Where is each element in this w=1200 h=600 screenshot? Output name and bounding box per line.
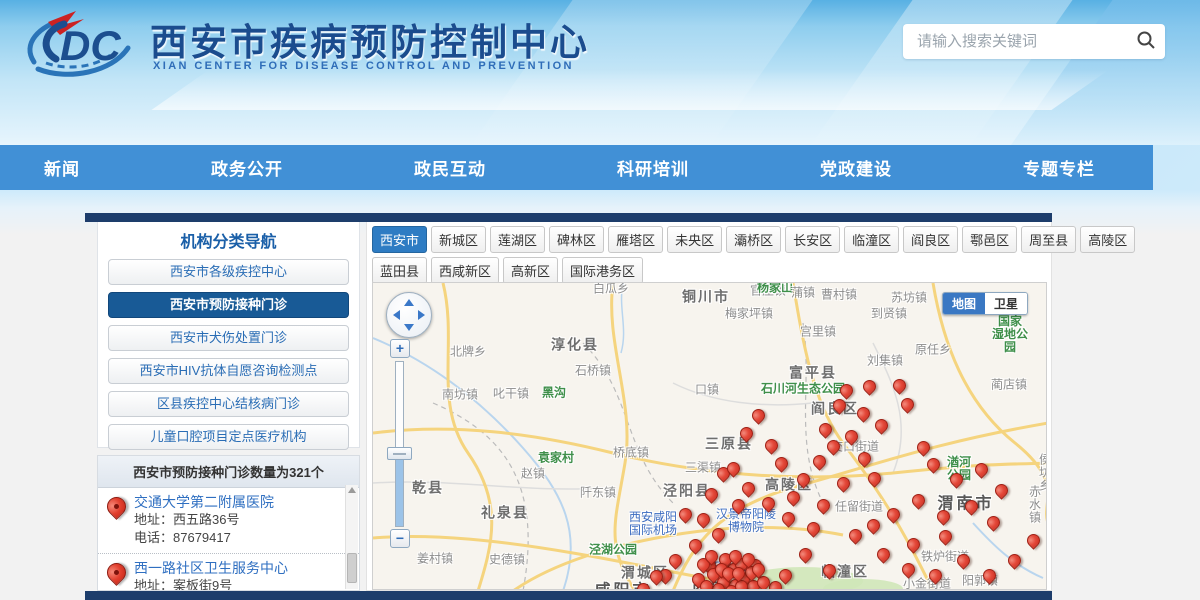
category-panel: 机构分类导航 西安市各级疾控中心 西安市预防接种门诊 西安市犬伤处置门诊 西安市HIV…: [97, 222, 360, 450]
clinic-name-link[interactable]: 西一路社区卫生服务中心: [134, 559, 339, 577]
category-button-2[interactable]: 西安市预防接种门诊: [108, 292, 349, 318]
category-list: 西安市各级疾控中心 西安市预防接种门诊 西安市犬伤处置门诊 西安市HIV抗体自愿咨询检…: [98, 257, 359, 459]
district-tab-高陵区[interactable]: 高陵区: [1080, 226, 1136, 253]
category-button-5[interactable]: 区县疾控中心结核病门诊: [108, 391, 349, 417]
district-tab-西咸新区[interactable]: 西咸新区: [431, 257, 500, 284]
page: DC 西安市疾病预防控制中心 XIAN CENTER FOR DISEASE C…: [0, 0, 1200, 600]
district-tab-西安市[interactable]: 西安市: [372, 226, 428, 253]
district-tab-未央区[interactable]: 未央区: [667, 226, 723, 253]
search-icon: [1136, 30, 1156, 53]
zoom-slider-fill: [396, 456, 403, 526]
district-tab-阎良区[interactable]: 阎良区: [903, 226, 959, 253]
clinic-address: 地址：西五路36号: [134, 512, 240, 527]
map-pin-icon: [103, 559, 130, 586]
category-button-6[interactable]: 儿童口腔项目定点医疗机构: [108, 424, 349, 450]
district-tab-国际港务区[interactable]: 国际港务区: [562, 257, 644, 284]
main-panel: 西安市 新城区 莲湖区 碑林区 雁塔区 未央区 灞桥区 长安区 临潼区 阎良区 鄠邑区 周至县 高陵区 …: [366, 222, 1136, 591]
district-tab-雁塔区[interactable]: 雁塔区: [608, 226, 664, 253]
scroll-up-arrow-icon[interactable]: [348, 487, 356, 493]
district-tab-row-1: 西安市 新城区 莲湖区 碑林区 雁塔区 未央区 灞桥区 长安区 临潼区 阎良区 鄠邑区 周至县 高陵区: [372, 226, 1136, 253]
district-tab-新城区[interactable]: 新城区: [431, 226, 487, 253]
zoom-slider-track[interactable]: [395, 361, 404, 527]
search-button[interactable]: [1127, 24, 1165, 59]
district-tab-鄠邑区[interactable]: 鄠邑区: [962, 226, 1018, 253]
search-box: [903, 24, 1165, 59]
pan-left-arrow[interactable]: [393, 310, 400, 320]
map-type-toggle: 地图 卫星: [941, 292, 1028, 315]
pan-up-arrow[interactable]: [404, 299, 414, 306]
district-tabs: 西安市 新城区 莲湖区 碑林区 雁塔区 未央区 灞桥区 长安区 临潼区 阎良区 鄠邑区 周至县 高陵区 …: [367, 222, 1136, 284]
zoom-out-button[interactable]: −: [390, 529, 410, 548]
map-type-map-button[interactable]: 地图: [942, 293, 985, 314]
clinic-list-scrollbar[interactable]: [345, 485, 358, 589]
map-pan-control[interactable]: [386, 292, 432, 338]
district-tab-高新区[interactable]: 高新区: [503, 257, 559, 284]
district-tab-周至县[interactable]: 周至县: [1021, 226, 1077, 253]
clinic-name-link[interactable]: 交通大学第二附属医院: [134, 493, 339, 511]
banner-ribbon: [151, 70, 1109, 110]
district-tab-蓝田县[interactable]: 蓝田县: [372, 257, 428, 284]
clinic-item-1: 交通大学第二附属医院 地址：西五路36号 电话：87679417: [98, 488, 359, 554]
nav-row: 新闻 政务公开 政民互动 科研培训 党政建设 专题专栏: [0, 145, 1200, 190]
map-canvas[interactable]: 官庄镇白瓜乡铜川市杨家山曹村镇苏坊镇梅家坪镇到贤镇宫里镇卤阳湖国家 湿地公园原任…: [372, 282, 1047, 590]
map-type-satellite-button[interactable]: 卫星: [984, 293, 1027, 314]
cdc-logo[interactable]: DC: [14, 6, 144, 91]
nav-item-4[interactable]: 科研培训: [617, 155, 689, 180]
search-input[interactable]: [903, 33, 1127, 50]
district-tab-灞桥区[interactable]: 灞桥区: [726, 226, 782, 253]
district-tab-row-2: 蓝田县 西咸新区 高新区 国际港务区: [372, 257, 1046, 284]
site-subtitle: XIAN CENTER FOR DISEASE CONTROL AND PREV…: [153, 60, 574, 72]
clinic-address: 地址：案板街9号: [134, 578, 233, 591]
header-banner: DC 西安市疾病预防控制中心 XIAN CENTER FOR DISEASE C…: [0, 0, 1200, 145]
scrollbar-thumb[interactable]: [347, 553, 357, 583]
category-panel-title: 机构分类导航: [180, 234, 277, 251]
main-nav: 新闻 政务公开 政民互动 科研培训 党政建设 专题专栏: [0, 145, 1153, 190]
clinic-item-2: 西一路社区卫生服务中心地址：案板街9号电话：87275775-8011: [98, 554, 359, 591]
nav-item-6[interactable]: 专题专栏: [1023, 155, 1095, 180]
site-title: 西安市疾病预防控制中心: [150, 22, 590, 63]
district-tab-长安区[interactable]: 长安区: [785, 226, 841, 253]
zoom-slider-handle[interactable]: [387, 447, 412, 460]
nav-item-2[interactable]: 政务公开: [211, 155, 283, 180]
zoom-in-button[interactable]: +: [390, 339, 410, 358]
map-pin-icon: [103, 493, 130, 520]
footer-bar: [85, 591, 1052, 600]
district-tab-临潼区[interactable]: 临潼区: [844, 226, 900, 253]
district-tab-莲湖区[interactable]: 莲湖区: [490, 226, 546, 253]
clinic-list-panel: 西安市预防接种门诊数量为321个 交通大学第二附属医院 地址：西五路36号 电话：8…: [97, 455, 360, 591]
category-button-4[interactable]: 西安市HIV抗体自愿咨询检测点: [108, 358, 349, 384]
clinic-phone: 电话：87679417: [134, 530, 231, 545]
category-button-1[interactable]: 西安市各级疾控中心: [108, 259, 349, 285]
svg-text:DC: DC: [60, 22, 121, 69]
pan-right-arrow[interactable]: [418, 310, 425, 320]
category-button-3[interactable]: 西安市犬伤处置门诊: [108, 325, 349, 351]
nav-item-5[interactable]: 党政建设: [820, 155, 892, 180]
clinic-list: 交通大学第二附属医院 地址：西五路36号 电话：87679417 西一路社区卫生服务中…: [98, 488, 359, 591]
content-top-bar: [85, 213, 1052, 222]
nav-item-3[interactable]: 政民互动: [414, 155, 486, 180]
pan-down-arrow[interactable]: [404, 324, 414, 331]
district-tab-碑林区[interactable]: 碑林区: [549, 226, 605, 253]
clinic-count-header: 西安市预防接种门诊数量为321个: [98, 456, 359, 488]
nav-item-1[interactable]: 新闻: [44, 155, 80, 180]
